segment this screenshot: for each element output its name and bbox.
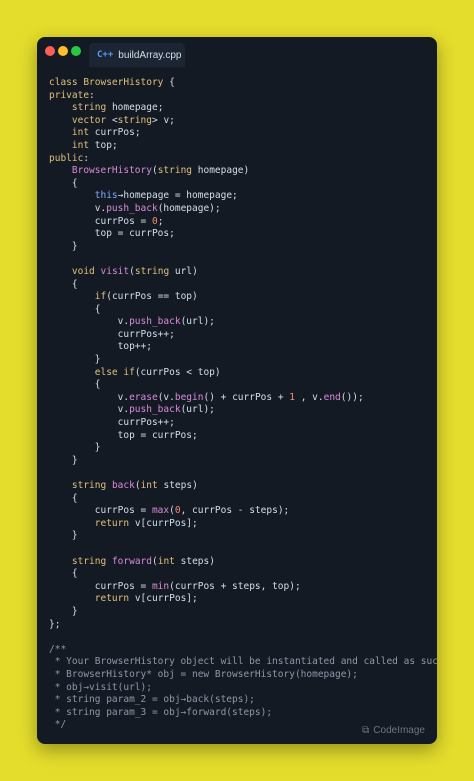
- minimize-window-button[interactable]: [58, 46, 68, 56]
- code-line: BrowserHistory(string homepage): [71, 165, 250, 177]
- code-line: int currPos;: [71, 127, 141, 139]
- code-line: private:: [49, 89, 95, 101]
- code-line: class BrowserHistory {: [49, 77, 175, 88]
- code-line: currPos++;: [49, 328, 175, 340]
- code-line: return v[currPos];: [94, 593, 198, 605]
- code-line: }: [49, 605, 78, 617]
- code-line: else if(currPos < top): [94, 366, 221, 378]
- code-line: {: [49, 278, 78, 290]
- code-line: this→homepage = homepage;: [94, 190, 238, 202]
- code-line: * BrowserHistory* obj = new BrowserHisto…: [49, 668, 358, 680]
- watermark-label: CodeImage: [373, 725, 425, 736]
- tab-file[interactable]: C++ buildArray.cpp: [89, 43, 185, 67]
- codeimage-logo-icon: ⧉: [362, 725, 370, 736]
- maximize-window-button[interactable]: [71, 46, 81, 56]
- code-line: vector <string> v;: [71, 114, 175, 126]
- code-line: * obj→visit(url);: [49, 681, 152, 693]
- code-line: public:: [49, 152, 90, 164]
- title-bar: C++ buildArray.cpp: [37, 37, 437, 67]
- code-line: * Your BrowserHistory object will be ins…: [49, 656, 437, 668]
- code-line: v.erase(v.begin() + currPos + 1 , v.end(…: [49, 391, 364, 403]
- code-line: {: [49, 379, 101, 391]
- code-line: top = currPos;: [49, 429, 198, 441]
- code-line: v.push_back(url);: [49, 404, 215, 416]
- code-line: if(currPos == top): [94, 291, 198, 303]
- tab-label: buildArray.cpp: [118, 49, 182, 61]
- code-line: /**: [49, 643, 67, 655]
- close-window-button[interactable]: [45, 46, 55, 56]
- cpp-file-icon: C++: [97, 50, 114, 60]
- code-line: currPos = max(0, currPos - steps);: [49, 505, 290, 517]
- code-line: currPos++;: [49, 417, 175, 429]
- code-line: * string param_3 = obj→forward(steps);: [49, 706, 273, 718]
- code-line: top = currPos;: [49, 228, 175, 240]
- code-line: v.push_back(homepage);: [49, 202, 221, 214]
- code-line: }: [49, 530, 78, 542]
- code-window: C++ buildArray.cpp class BrowserHistory …: [37, 37, 437, 744]
- code-line: string homepage;: [71, 102, 164, 114]
- code-line: };: [49, 618, 61, 630]
- code-line: currPos = 0;: [49, 215, 164, 227]
- code-line: }: [49, 354, 101, 366]
- code-line: top++;: [49, 341, 152, 353]
- code-line: }: [49, 442, 101, 454]
- code-line: return v[currPos];: [94, 517, 198, 529]
- code-line: * string param_2 = obj→back(steps);: [49, 694, 255, 706]
- code-line: v.push_back(url);: [49, 316, 215, 328]
- code-line: }: [49, 454, 78, 466]
- watermark: ⧉ CodeImage: [362, 725, 425, 736]
- code-line: }: [49, 240, 78, 252]
- code-line: {: [49, 492, 78, 504]
- code-line: {: [49, 568, 78, 580]
- code-line: {: [49, 177, 78, 189]
- code-line: {: [49, 303, 101, 315]
- code-editor[interactable]: class BrowserHistory {private: string ho…: [49, 77, 437, 732]
- code-line: string back(int steps): [71, 480, 198, 491]
- code-line: void visit(string url): [71, 265, 198, 277]
- code-line: currPos = min(currPos + steps, top);: [49, 580, 301, 592]
- code-line: string forward(int steps): [71, 555, 215, 567]
- code-line: int top;: [71, 139, 118, 151]
